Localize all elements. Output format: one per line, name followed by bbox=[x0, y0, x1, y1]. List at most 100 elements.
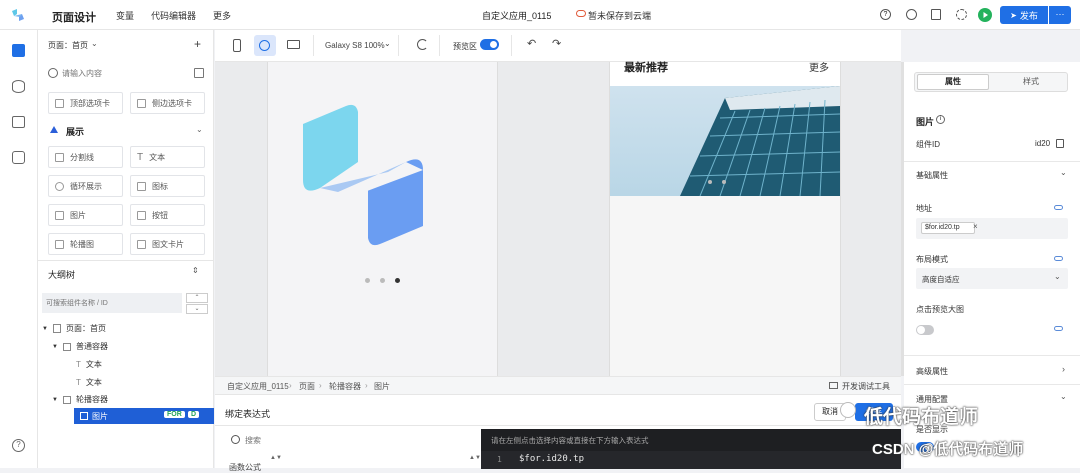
tree-node-text[interactable]: T 文本 bbox=[76, 359, 102, 370]
tree-node-carousel[interactable]: ▼ 轮播容器 bbox=[52, 394, 108, 405]
tab-style[interactable]: 样式 bbox=[995, 76, 1067, 87]
expand-collapse-icon[interactable]: ⇕ bbox=[192, 266, 199, 275]
layers-icon[interactable] bbox=[12, 44, 25, 57]
history-icon[interactable] bbox=[906, 9, 917, 20]
device-selector[interactable]: Galaxy S8 100% bbox=[325, 41, 385, 50]
refresh-icon[interactable] bbox=[417, 39, 428, 50]
component-icon[interactable]: 图标 bbox=[130, 175, 205, 197]
breadcrumb-item[interactable]: 页面 bbox=[299, 381, 315, 392]
page-design-title: 页面设计 bbox=[52, 12, 96, 24]
content-area bbox=[610, 196, 840, 376]
tree-label: 轮播容器 bbox=[75, 395, 108, 404]
carousel-dot[interactable] bbox=[380, 278, 385, 283]
bind-title: 绑定表达式 bbox=[225, 409, 271, 419]
display-section-title[interactable]: 展示 bbox=[66, 125, 84, 138]
carousel-dot[interactable] bbox=[365, 278, 370, 283]
component-button[interactable]: 按钮 bbox=[130, 204, 205, 226]
display-section-icon bbox=[50, 126, 58, 133]
breadcrumb-item[interactable]: 自定义应用_0115 bbox=[227, 381, 289, 392]
tree-node-container[interactable]: ▼ 普通容器 bbox=[52, 341, 108, 352]
search-icon bbox=[231, 435, 240, 444]
hexagon-settings-icon[interactable] bbox=[12, 151, 25, 164]
arrow-up-button[interactable]: ⌃ bbox=[186, 293, 208, 303]
component-divider[interactable]: 分割线 bbox=[48, 146, 123, 168]
tree-node-image-selected[interactable]: 图片 FOR D bbox=[74, 408, 214, 424]
component-carousel[interactable]: 轮播图 bbox=[48, 233, 123, 255]
image-icon[interactable] bbox=[12, 116, 25, 128]
preview-toggle[interactable] bbox=[480, 39, 499, 50]
component-image-card[interactable]: 图文卡片 bbox=[130, 233, 205, 255]
tree-node-page[interactable]: ▼ 页面：首页 bbox=[42, 323, 106, 334]
publish-more-button[interactable]: ··· bbox=[1049, 6, 1071, 24]
database-icon[interactable] bbox=[12, 80, 25, 93]
design-canvas: 最新推荐 更多 bbox=[215, 62, 905, 376]
tree-label: 文本 bbox=[85, 378, 102, 387]
preview-big-toggle[interactable] bbox=[916, 325, 934, 335]
devtools-button[interactable]: 开发调试工具 bbox=[842, 381, 890, 392]
watermark-title: 低代码布道师 bbox=[864, 407, 979, 428]
breadcrumb-item[interactable]: 图片 bbox=[374, 381, 390, 392]
devtools-icon bbox=[829, 382, 838, 389]
sort-arrows-icon[interactable]: ▲▼ bbox=[469, 455, 481, 461]
chevron-down-icon: ⌄ bbox=[1060, 392, 1067, 401]
copy-icon[interactable] bbox=[1056, 139, 1064, 148]
component-text[interactable]: T 文本 bbox=[130, 146, 205, 168]
code-editor[interactable]: 请在左侧点击选择内容或直接在下方输入表达式 1 $for.id20.tp bbox=[481, 429, 901, 469]
arrow-down-button[interactable]: ⌄ bbox=[186, 304, 208, 314]
phone-preview-right[interactable]: 最新推荐 更多 bbox=[609, 62, 841, 376]
layout-mode-select[interactable]: 高度自适应 ⌄ bbox=[916, 268, 1068, 289]
basic-properties-header[interactable]: 基础属性 bbox=[916, 170, 948, 181]
carousel-dot[interactable] bbox=[708, 180, 712, 184]
component-name: 图片 bbox=[916, 117, 935, 127]
tablet-mode-button[interactable] bbox=[254, 35, 276, 56]
desktop-icon[interactable] bbox=[287, 40, 300, 49]
tab-properties[interactable]: 属性 bbox=[917, 74, 989, 90]
publish-label: 发布 bbox=[1019, 10, 1038, 21]
help-icon[interactable]: ? bbox=[880, 9, 891, 20]
component-side-tabs[interactable]: 侧边选项卡 bbox=[130, 92, 205, 114]
divider bbox=[215, 425, 901, 426]
help-circle-icon[interactable]: ? bbox=[12, 439, 25, 452]
link-icon[interactable] bbox=[1054, 256, 1063, 261]
menu-more[interactable]: 更多 bbox=[213, 9, 231, 22]
settings-icon[interactable] bbox=[956, 9, 967, 20]
carousel-dot[interactable] bbox=[722, 180, 726, 184]
tree-label: 文本 bbox=[85, 360, 102, 369]
menu-code-editor[interactable]: 代码编辑器 bbox=[151, 9, 196, 22]
page-selector[interactable]: 页面：首页 bbox=[48, 40, 88, 51]
component-top-tabs[interactable]: 顶部选项卡 bbox=[48, 92, 123, 114]
close-icon[interactable]: × bbox=[973, 222, 978, 231]
publish-button[interactable]: ➤ 发布 bbox=[1000, 6, 1048, 24]
mobile-icon[interactable] bbox=[233, 39, 241, 52]
preview-big-label: 点击预览大图 bbox=[916, 305, 964, 314]
link-icon[interactable] bbox=[1054, 205, 1063, 210]
carousel-dot-active[interactable] bbox=[395, 278, 400, 283]
menu-variables[interactable]: 变量 bbox=[116, 9, 134, 22]
run-icon[interactable] bbox=[978, 8, 992, 22]
divider bbox=[904, 161, 1080, 162]
sort-arrows-icon[interactable]: ▲▼ bbox=[270, 455, 282, 461]
component-id-value: id20 bbox=[1035, 139, 1051, 148]
link-icon[interactable] bbox=[1054, 326, 1063, 331]
tabs-icon bbox=[55, 98, 64, 108]
outline-search-input[interactable] bbox=[42, 293, 182, 313]
component-label: 图标 bbox=[152, 181, 168, 191]
advanced-properties-header[interactable]: 高级属性 bbox=[916, 366, 948, 377]
address-field[interactable]: $for.id20.tp × bbox=[916, 218, 1068, 239]
recommend-more-link[interactable]: 更多 bbox=[809, 59, 829, 74]
left-rail: ? bbox=[0, 30, 38, 468]
tree-structure-icon[interactable] bbox=[194, 68, 204, 78]
tree-node-text[interactable]: T 文本 bbox=[76, 377, 102, 388]
component-image[interactable]: 图片 bbox=[48, 204, 123, 226]
redo-icon[interactable]: ↷ bbox=[552, 37, 561, 50]
save-icon[interactable] bbox=[931, 9, 941, 20]
expression-code[interactable]: $for.id20.tp bbox=[519, 454, 584, 464]
add-page-icon[interactable]: + bbox=[194, 37, 201, 51]
phone-preview-left[interactable] bbox=[267, 62, 498, 376]
breadcrumb-item[interactable]: 轮播容器 bbox=[329, 381, 361, 392]
undo-icon[interactable]: ↶ bbox=[527, 37, 536, 50]
component-search-input[interactable] bbox=[62, 66, 182, 80]
expression-search-input[interactable] bbox=[245, 433, 365, 447]
divider bbox=[904, 355, 1080, 356]
component-loop[interactable]: 循环展示 bbox=[48, 175, 123, 197]
